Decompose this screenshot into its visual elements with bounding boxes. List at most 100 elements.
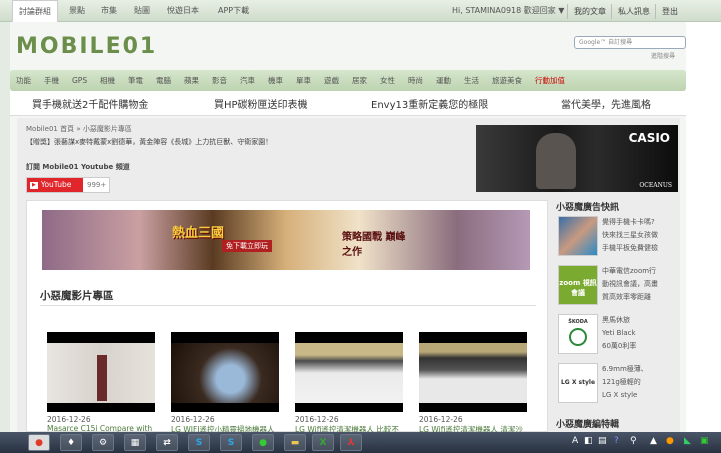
tray-icon[interactable]: ● [666,436,674,446]
casio-ad[interactable]: CASIO OCEANUS [476,125,678,192]
network-tray-icon[interactable]: ⚲ [630,436,637,446]
excel-icon[interactable]: X [312,434,334,451]
logout-link[interactable]: 登出 [655,4,678,19]
messages-link[interactable]: 私人訊息 [611,4,650,19]
nav-item[interactable]: 女性 [380,70,395,91]
nav-item[interactable]: 電腦 [156,70,171,91]
tray-icon[interactable]: A [572,436,578,446]
chrome-icon[interactable]: ● [28,434,50,451]
zoom-logo: zoom 視訊會議 [558,265,598,305]
model-photo [536,133,576,189]
youtube-play-icon: ▶ [30,181,38,189]
nav-item-highlight[interactable]: 行動加值 [535,70,565,91]
sidebar-ad[interactable]: zoom 視訊會議 中華電信zoom行 動視訊會議，高畫 質高效率零距離 [558,265,680,305]
tab-stickers[interactable]: 貼圖 [134,0,150,22]
network-share-icon[interactable]: ⇄ [156,434,178,451]
ad-image [558,216,598,256]
lg-logo: LG X style [558,363,598,403]
app-icon[interactable]: ♦ [60,434,82,451]
sidebar-ad[interactable]: 覺得手機卡卡嗎? 快來找三星女孩做 手機平板免費健檢 [558,216,680,256]
video-card[interactable]: 2016-12-26 LG Wifi遙控清潔機器人 比較不 [295,332,403,433]
youtube-subscribe-button[interactable]: ▶ YouTube 999+ [26,177,110,193]
nav-item[interactable]: 居家 [352,70,367,91]
explorer-icon[interactable]: ▬ [284,434,306,451]
sidebar-ad[interactable]: LG X style 6.9mm極薄、 121g極輕的 LG X style [558,363,680,403]
tray-icon[interactable]: ◧ [584,436,593,446]
right-margin [686,22,721,432]
skype-icon[interactable]: S [188,434,210,451]
game-banner-ad[interactable]: 熱血三國 免下載立即玩 策略國戰 巔峰之作 [42,210,530,270]
sidebar-ad[interactable]: ŠKODA 黑馬休旅 Yeti Black 60萬0利率 [558,314,680,354]
nav-item[interactable]: 影音 [212,70,227,91]
line-icon[interactable]: ● [252,434,274,451]
oceanus-logo: OCEANUS [639,182,672,189]
nav-item[interactable]: 旅遊美食 [492,70,522,91]
user-menu[interactable]: Hi, STAMINA0918 歡迎回家 ▼ [452,0,564,22]
category-nav: 功能 手機 GPS 相機 筆電 電腦 蘋果 影音 汽車 機車 單車 遊戲 居家 … [10,70,686,91]
nav-item[interactable]: 蘋果 [184,70,199,91]
promo-link[interactable]: 買HP碳粉匣送印表機 [214,96,308,111]
nav-item[interactable]: 時尚 [408,70,423,91]
nav-item[interactable]: 運動 [436,70,451,91]
calculator-icon[interactable]: ▦ [124,434,146,451]
section-title: 小惡魔影片專區 [40,290,114,302]
promo-link[interactable]: 當代美學，先進風格 [561,96,651,111]
promo-link[interactable]: Envy13重新定義您的極限 [371,96,488,111]
video-card[interactable]: 2016-12-26 LG WIFI遙控小精靈掃地機器人 [171,332,279,433]
nav-item[interactable]: 單車 [296,70,311,91]
nav-item[interactable]: 機車 [268,70,283,91]
breadcrumb-home[interactable]: Mobile01 首頁 [26,125,74,133]
skype-icon[interactable]: S [220,434,242,451]
nav-item[interactable]: 生活 [464,70,479,91]
tab-app-download[interactable]: APP下載 [218,0,249,22]
nav-item[interactable]: 汽車 [240,70,255,91]
breadcrumb-current[interactable]: 小惡魔影片專區 [83,125,132,133]
tray-icon[interactable]: ▣ [700,436,709,446]
nav-item[interactable]: 筆電 [128,70,143,91]
nav-item[interactable]: 遊戲 [324,70,339,91]
tab-spots[interactable]: 景點 [69,0,85,22]
network-icon[interactable]: ⚙ [92,434,114,451]
tab-japan[interactable]: 悅遊日本 [167,0,199,22]
tray-icon[interactable]: ▤ [598,436,607,446]
video-date: 2016-12-26 [295,415,339,424]
search-input[interactable]: Google™ 自訂搜尋 [574,36,686,49]
divider [40,305,536,306]
video-date: 2016-12-26 [47,415,91,424]
tab-market[interactable]: 市集 [101,0,117,22]
nav-item[interactable]: GPS [72,70,87,91]
video-thumbnail[interactable] [47,332,155,412]
casio-logo: CASIO [628,131,670,145]
sidebar-title-2: 小惡魔廣編特輯 [556,420,620,430]
taskbar: ● ♦ ⚙ ▦ ⇄ S S ● ▬ X ⅄ A ◧ ▤ ? ⚲ ▲ ● ◣ ▣ [0,432,721,453]
banner-game-title: 熱血三國 [172,226,225,241]
video-card[interactable]: 2016-12-26 LG Wifi遙控清潔機器人 清潔沙 [419,332,527,433]
acrobat-icon[interactable]: ⅄ [340,434,362,451]
nav-item[interactable]: 功能 [16,70,31,91]
promo-bar: 買手機就送2千配件購物金 買HP碳粉匣送印表機 Envy13重新定義您的極限 當… [10,91,686,116]
nav-item[interactable]: 相機 [100,70,115,91]
nav-item[interactable]: 手機 [44,70,59,91]
top-bar: 討論群組 景點 市集 貼圖 悅遊日本 APP下載 Hi, STAMINA0918… [0,0,721,22]
video-thumbnail[interactable] [295,332,403,412]
video-date: 2016-12-26 [171,415,215,424]
tray-icon[interactable]: ◣ [684,436,691,446]
notice-link[interactable]: 【贈獎】張藝謀x麥特戴蒙x劉德華，黃金陣容《長城》上力抗巨獸、守衛家園！ [26,137,272,147]
video-thumbnail[interactable] [419,332,527,412]
my-posts-link[interactable]: 我的文章 [567,4,606,19]
skoda-logo: ŠKODA [558,314,598,354]
youtube-label: YouTube [40,180,72,189]
promo-link[interactable]: 買手機就送2千配件購物金 [32,96,148,111]
breadcrumb: Mobile01 首頁 » 小惡魔影片專區 [26,124,132,134]
subscribe-label: 訂閱 Mobile01 Youtube 頻道 [26,163,130,171]
advanced-search-link[interactable]: 進階搜尋 [651,51,675,60]
mobile01-logo[interactable]: MOBILE01 [16,34,157,59]
video-card[interactable]: 2016-12-26 Masarce C15i Compare with [47,332,155,433]
help-icon[interactable]: ? [614,436,619,446]
subscriber-count: 999+ [87,181,107,189]
video-date: 2016-12-26 [419,415,463,424]
show-hidden-icons[interactable]: ▲ [650,436,657,446]
banner-slogan: 策略國戰 巔峰之作 [342,232,406,258]
tab-forum[interactable]: 討論群組 [12,0,58,22]
video-thumbnail[interactable] [171,332,279,412]
